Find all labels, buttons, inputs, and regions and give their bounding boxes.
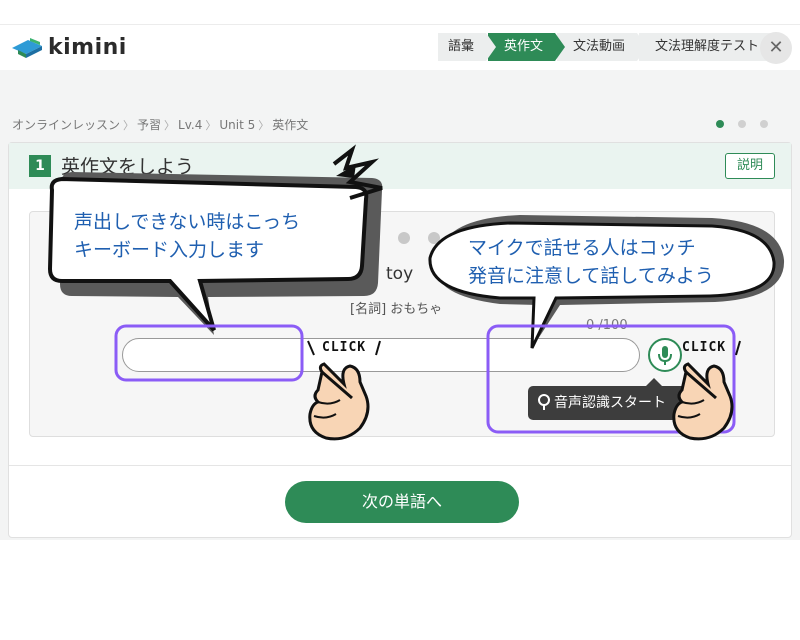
kimini-logo[interactable]: kimini [10,35,127,60]
breadcrumb: オンラインレッスン〉 予習〉 Lv.4 〉 Unit 5 〉 英作文 [12,116,308,133]
right-bubble-line: マイクで話せる人はコッチ [468,237,696,259]
close-icon: ✕ [768,37,784,58]
explain-button[interactable]: 説明 [725,153,775,179]
voice-recognition-tooltip: 音声認識スタート [528,378,688,420]
chevron-right-icon: 〉 [258,118,270,132]
breadcrumb-item[interactable]: オンラインレッスン [12,116,120,133]
logo-text: kimini [48,35,127,60]
left-bubble-line: 声出しできない時はこっち [74,211,301,233]
left-bubble-text: 声出しできない時はこっち キーボード入力します [74,208,300,264]
next-word-button[interactable]: 次の単語へ [285,481,519,523]
left-bubble-line: キーボード入力します [74,239,265,261]
step-label: 文法理解度テスト [655,39,760,54]
breadcrumb-item[interactable]: 予習 [137,116,161,133]
right-bubble-text: マイクで話せる人はコッチ 発音に注意して話してみよう [468,234,714,290]
step-label: 英作文 [504,39,544,54]
character-counter: 0 /100 [586,318,628,333]
click-label-right: CLICK [682,340,727,355]
page-indicator [716,120,768,128]
page-dot [760,120,768,128]
microphone-button[interactable] [648,338,682,372]
right-bubble-line: 発音に注意して話してみよう [468,265,714,287]
breadcrumb-item[interactable]: Unit 5 [219,118,255,132]
app-header: kimini 語彙 英作文 文法動画 文法理解度テスト ✕ [0,24,800,70]
microphone-icon [658,346,672,365]
page-dot [738,120,746,128]
breadcrumb-item-current: 英作文 [272,118,309,132]
divider [9,465,791,466]
target-word: toy [386,264,414,284]
chevron-right-icon: 〉 [123,118,135,132]
chevron-right-icon: 〉 [164,118,176,132]
answer-text-input[interactable] [122,338,640,372]
step-grammar-test[interactable]: 文法理解度テスト [639,33,772,61]
lightbulb-icon [537,386,551,433]
step-label: 文法動画 [573,39,626,54]
progress-dot [368,232,380,244]
card-header: 1 英作文をしよう 説明 [9,143,791,189]
exercise-card: 1 英作文をしよう 説明 toy [名詞] おもちゃ 0 /100 音声認識スタ… [8,142,792,538]
step-grammar-video[interactable]: 文法動画 [557,33,648,61]
card-title: 英作文をしよう [61,156,195,178]
breadcrumb-item[interactable]: Lv.4 [178,118,202,132]
progress-dot [398,232,410,244]
graduation-cap-icon [12,37,42,58]
close-button[interactable]: ✕ [760,32,792,64]
click-label-left: CLICK [322,340,367,355]
step-navigation: 語彙 英作文 文法動画 文法理解度テスト [438,33,773,61]
word-meaning: [名詞] おもちゃ [350,302,443,317]
chevron-right-icon: 〉 [205,118,217,132]
exercise-number-badge: 1 [29,155,51,177]
step-vocabulary[interactable]: 語彙 [438,33,497,61]
tooltip-text: 音声認識スタート [554,395,666,411]
step-label: 語彙 [448,39,475,54]
page-dot-active [716,120,724,128]
progress-dot [428,232,440,244]
step-composition[interactable]: 英作文 [488,33,566,61]
